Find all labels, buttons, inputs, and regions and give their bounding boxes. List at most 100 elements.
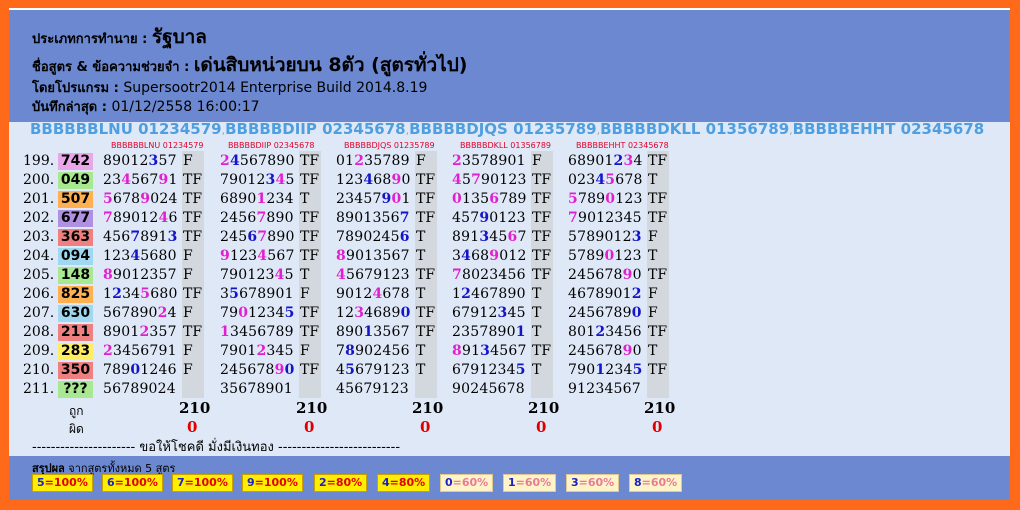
digit-cell: 45679123 xyxy=(336,362,410,378)
digit-cell: 01356789 xyxy=(452,191,527,207)
tf-flag: T xyxy=(416,229,426,245)
digit-cell: 23457901 xyxy=(336,191,411,207)
tf-flag: T xyxy=(532,305,542,321)
digit-cell: 89012357 xyxy=(103,153,177,169)
total-right: 210 xyxy=(528,399,560,417)
tf-flag: T xyxy=(648,172,658,188)
row-label: 210. xyxy=(23,362,55,378)
digit-cell: 23456791 xyxy=(103,172,178,188)
digit-cell: 79012345 xyxy=(568,362,643,378)
tf-flag: TF xyxy=(532,267,552,283)
formula-item: BBBBBDIIP 02345678 xyxy=(225,120,406,138)
digit-cell: 45679123 xyxy=(336,381,409,397)
digit-cell: 79012345 xyxy=(220,172,295,188)
summary-badge: 2=80% xyxy=(314,474,368,492)
tf-flag: F xyxy=(532,153,542,169)
digit-cell: 78901246 xyxy=(103,210,178,226)
tf-flag: TF xyxy=(648,210,668,226)
formula-item: BBBBBDKLL 01356789 xyxy=(600,120,790,138)
digit-cell: 56789024 xyxy=(103,305,177,321)
tf-flag: TF xyxy=(183,229,203,245)
tf-flag: TF xyxy=(648,324,668,340)
tf-flag: F xyxy=(183,153,193,169)
tf-flag: TF xyxy=(300,248,320,264)
column-header: BBBBBDKLL 01356789 xyxy=(460,141,552,150)
result-number: 825 xyxy=(58,286,93,303)
digit-cell: 57890123 xyxy=(568,229,642,245)
digit-cell: 24567890 xyxy=(568,267,642,283)
digit-cell: 90124678 xyxy=(336,286,410,302)
digit-cell: 90245678 xyxy=(452,381,525,397)
tf-flag: T xyxy=(532,362,542,378)
tf-flag: TF xyxy=(300,305,320,321)
digit-cell: 02345678 xyxy=(568,172,643,188)
digit-cell: 57890123 xyxy=(568,248,642,264)
summary-badge: 6=100% xyxy=(102,474,163,492)
total-wrong: 0 xyxy=(187,418,198,436)
digit-cell: 56789024 xyxy=(103,191,178,207)
result-number: 148 xyxy=(58,267,93,284)
formula-list: BBBBBBLNU 01234579,BBBBBDIIP 02345678,BB… xyxy=(30,120,984,138)
tf-flag: TF xyxy=(416,210,436,226)
tf-flag: T xyxy=(532,286,542,302)
tf-flag: TF xyxy=(183,172,203,188)
formula-item: BBBBBEHHT 02345678 xyxy=(792,120,985,138)
summary-badge: 1=60% xyxy=(503,474,557,492)
digit-cell: 89012357 xyxy=(103,324,177,340)
tf-flag: TF xyxy=(532,172,552,188)
summary-badge: 7=100% xyxy=(172,474,233,492)
digit-cell: 45790123 xyxy=(452,210,526,226)
digit-cell: 35678901 xyxy=(220,381,293,397)
digit-cell: 12346890 xyxy=(336,172,411,188)
tf-flag: TF xyxy=(532,248,552,264)
tf-flag: TF xyxy=(300,362,320,378)
saved-line: บันทึกล่าสุด : 01/12/2558 16:00:17 xyxy=(32,99,260,115)
digit-cell: 12345680 xyxy=(103,248,177,264)
total-right: 210 xyxy=(412,399,444,417)
main-panel: ประเภทการทำนาย : รัฐบาล ชื่อสูตร & ข้อคว… xyxy=(9,8,1010,500)
digit-cell: 45679123 xyxy=(336,267,410,283)
digit-cell: 89013567 xyxy=(336,324,410,340)
program-line: โดยโปรแกรม : Supersootr2014 Enterprise B… xyxy=(32,80,428,96)
tf-flag: TF xyxy=(300,229,320,245)
digit-cell: 78902456 xyxy=(336,343,410,359)
tf-flag: F xyxy=(183,267,193,283)
tf-flag: TF xyxy=(648,362,668,378)
tf-flag: TF xyxy=(416,172,436,188)
digit-cell: 45790123 xyxy=(452,172,527,188)
result-number: 049 xyxy=(58,172,93,189)
total-wrong: 0 xyxy=(420,418,431,436)
result-number: 677 xyxy=(58,210,93,227)
digit-cell: 91234567 xyxy=(568,381,641,397)
digit-cell: 79012345 xyxy=(220,343,294,359)
digit-cell: 79012345 xyxy=(220,305,295,321)
row-label: 199. xyxy=(23,153,55,169)
digit-cell: 23578901 xyxy=(452,153,526,169)
total-wrong: 0 xyxy=(304,418,315,436)
tf-flag: T xyxy=(416,248,426,264)
row-label: 207. xyxy=(23,305,55,321)
summary-badge: 3=60% xyxy=(566,474,620,492)
result-number: 363 xyxy=(58,229,93,246)
row-label: 209. xyxy=(23,343,55,359)
row-label: 202. xyxy=(23,210,55,226)
result-number: 283 xyxy=(58,343,93,360)
tf-flag: TF xyxy=(648,153,668,169)
tf-flag: T xyxy=(416,286,426,302)
digit-cell: 24567890 xyxy=(220,210,294,226)
tf-flag: TF xyxy=(416,267,436,283)
digit-cell: 24567890 xyxy=(220,362,295,378)
summary-badge: 4=80% xyxy=(377,474,431,492)
result-number: 630 xyxy=(58,305,93,322)
result-number: 094 xyxy=(58,248,93,265)
digit-cell: 89013567 xyxy=(336,210,410,226)
digit-cell: 13456789 xyxy=(220,324,294,340)
digit-cell: 12467890 xyxy=(452,286,526,302)
digit-cell: 68901234 xyxy=(568,153,643,169)
row-label: 204. xyxy=(23,248,55,264)
digit-cell: 67912345 xyxy=(452,362,526,378)
digit-cell: 57890123 xyxy=(568,191,643,207)
digit-cell: 01235789 xyxy=(336,153,410,169)
tf-flag: F xyxy=(183,362,193,378)
digit-cell: 34689012 xyxy=(452,248,527,264)
